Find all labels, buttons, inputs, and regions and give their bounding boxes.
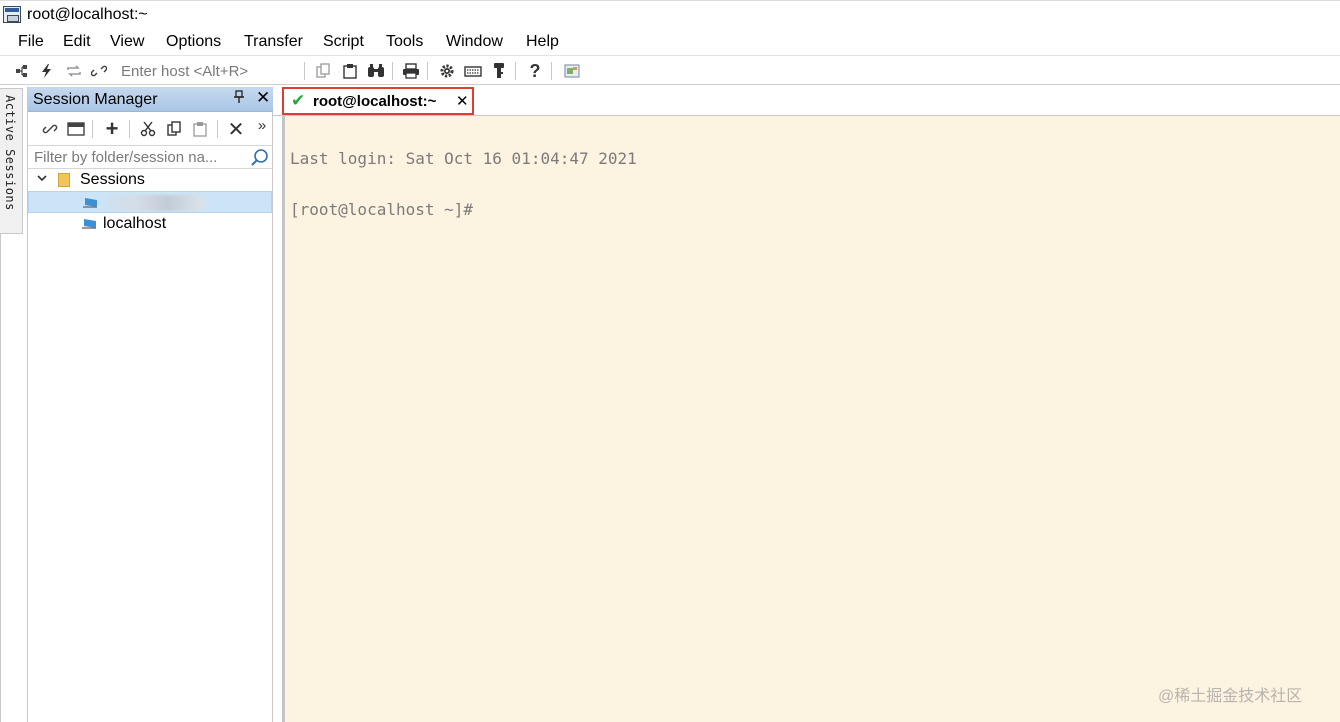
cut-icon[interactable] <box>138 119 158 139</box>
connected-check-icon: ✔ <box>291 91 306 110</box>
monitor-icon <box>82 217 98 231</box>
link-icon[interactable] <box>40 119 60 139</box>
menu-edit[interactable]: Edit <box>63 33 91 51</box>
session-filter <box>28 145 273 169</box>
menu-bar: File Edit View Options Transfer Script T… <box>0 28 1340 56</box>
tree-session-label: localhost <box>103 215 167 232</box>
session-manager-panel: Session Manager ✕ + ✕ » Filter by folder… <box>27 87 273 722</box>
terminal-frame[interactable]: Last login: Sat Oct 16 01:04:47 2021 [ro… <box>282 116 1340 722</box>
terminal-line: [root@localhost ~]# <box>290 200 474 219</box>
menu-options[interactable]: Options <box>166 33 221 51</box>
app-icon <box>3 6 21 23</box>
toolbar-divider <box>304 62 305 80</box>
add-session-icon[interactable]: + <box>102 116 122 141</box>
menu-transfer[interactable]: Transfer <box>244 33 303 51</box>
session-filter-input[interactable] <box>28 147 250 167</box>
close-panel-icon[interactable]: ✕ <box>256 88 270 108</box>
watermark: @稀土掘金技术社区 <box>1158 688 1303 705</box>
left-dock-border <box>0 234 1 722</box>
tree-folder-sessions[interactable]: Sessions <box>28 169 272 191</box>
copy-session-icon[interactable] <box>164 119 184 139</box>
toolbar-divider <box>92 120 93 138</box>
chevron-down-icon[interactable] <box>36 172 48 187</box>
overflow-chevron-icon[interactable]: » <box>252 115 272 135</box>
host-input[interactable] <box>115 60 303 82</box>
close-tab-icon[interactable]: ✕ <box>456 92 469 110</box>
copy-icon[interactable] <box>313 61 333 81</box>
menu-script[interactable]: Script <box>323 33 364 51</box>
session-area: ✔ root@localhost:~ ✕ Last login: Sat Oct… <box>273 87 1340 722</box>
print-icon[interactable] <box>401 61 421 81</box>
new-tab-icon[interactable] <box>66 119 86 139</box>
menu-window[interactable]: Window <box>446 33 503 51</box>
menu-tools[interactable]: Tools <box>386 33 423 51</box>
terminal-output[interactable]: Last login: Sat Oct 16 01:04:47 2021 [ro… <box>290 116 1330 252</box>
session-tab-label: root@localhost:~ <box>313 93 437 110</box>
settings-icon[interactable] <box>437 61 457 81</box>
screenshot-icon[interactable] <box>562 61 582 81</box>
folder-icon <box>58 173 70 187</box>
window-title: root@localhost:~ <box>27 6 148 23</box>
monitor-icon <box>83 196 99 210</box>
active-sessions-tab[interactable]: Active Sessions <box>0 88 23 234</box>
session-tab-strip: ✔ root@localhost:~ ✕ <box>273 87 1340 116</box>
active-sessions-label: Active Sessions <box>3 95 17 211</box>
quick-connect-icon[interactable] <box>37 61 57 81</box>
find-icon[interactable] <box>366 61 386 81</box>
session-manager-header: Session Manager ✕ <box>28 87 273 112</box>
toolbar-divider <box>427 62 428 80</box>
pin-icon[interactable] <box>233 90 245 107</box>
toolbar-divider <box>217 120 218 138</box>
paste-session-icon[interactable] <box>190 119 210 139</box>
terminal-line: Last login: Sat Oct 16 01:04:47 2021 <box>290 149 637 168</box>
session-manager-toolbar: + ✕ » <box>28 115 273 141</box>
session-tab[interactable]: ✔ root@localhost:~ ✕ <box>282 87 474 115</box>
paste-icon[interactable] <box>340 61 360 81</box>
title-bar: root@localhost:~ <box>0 0 1340 28</box>
menu-file[interactable]: File <box>18 33 44 51</box>
toolbar-divider <box>551 62 552 80</box>
toolbar-divider <box>515 62 516 80</box>
tree-folder-label: Sessions <box>80 171 145 188</box>
delete-icon[interactable]: ✕ <box>226 119 246 141</box>
tree-session-item[interactable] <box>28 191 272 213</box>
connect-icon[interactable] <box>12 61 32 81</box>
menu-view[interactable]: View <box>110 33 144 51</box>
toolbar-divider <box>392 62 393 80</box>
menu-help[interactable]: Help <box>526 33 559 51</box>
help-icon[interactable]: ? <box>525 61 545 81</box>
redacted-session-label <box>105 195 209 211</box>
main-toolbar: ? <box>0 57 1340 85</box>
tree-session-item[interactable]: localhost <box>28 213 272 235</box>
toolbar-divider <box>129 120 130 138</box>
reconnect-icon[interactable] <box>64 61 84 81</box>
keymap-icon[interactable] <box>463 61 483 81</box>
key-icon[interactable] <box>489 61 509 81</box>
session-manager-title: Session Manager <box>33 91 158 108</box>
disconnect-icon[interactable] <box>89 61 109 81</box>
search-icon[interactable] <box>250 148 270 168</box>
